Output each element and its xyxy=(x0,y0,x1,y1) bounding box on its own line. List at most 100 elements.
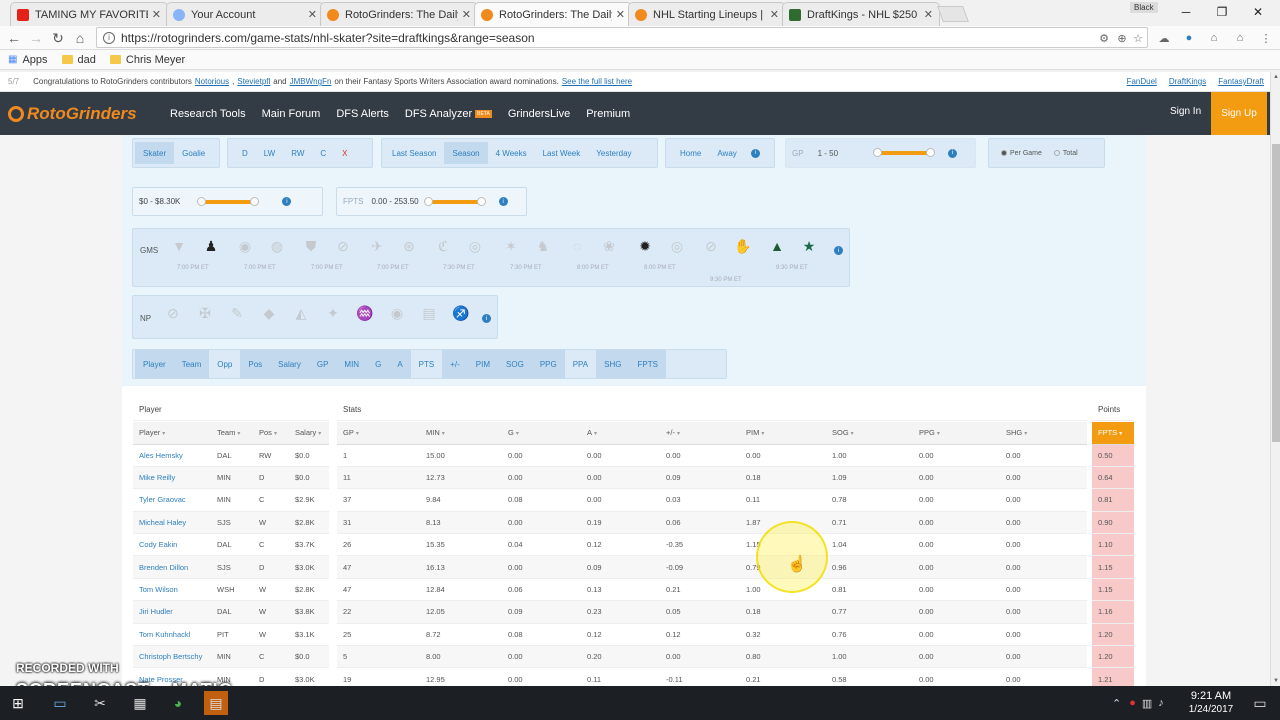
nav-dfs-analyzer[interactable]: DFS Analyzer BETA xyxy=(405,108,492,120)
extension-icon[interactable]: ⚙ xyxy=(1096,30,1112,46)
info-icon[interactable]: i xyxy=(103,31,115,44)
calculator-icon[interactable]: ▦ xyxy=(128,691,152,715)
slider-handle-max[interactable] xyxy=(926,148,936,157)
sign-up-button[interactable]: Sign Up xyxy=(1211,92,1267,135)
taskbar-clock[interactable]: 9:21 AM 1/24/2017 xyxy=(1180,689,1242,717)
col-toggle-team[interactable]: Team xyxy=(173,350,210,378)
app-icon[interactable]: ▤ xyxy=(204,691,228,715)
see-full-list-link[interactable]: See the full list here xyxy=(562,77,632,86)
extension-icon-3[interactable]: ⌂ xyxy=(1232,30,1248,46)
team-logo-icon[interactable]: ◉ xyxy=(231,235,259,257)
col-toggle-ppg[interactable]: PPG xyxy=(531,350,565,378)
chrome-icon[interactable]: ◕ xyxy=(166,691,190,715)
player-name-link[interactable]: Tom Wilson xyxy=(133,578,211,602)
draftkings-link[interactable]: DraftKings xyxy=(1169,77,1206,86)
wild-logo-icon[interactable]: ▲ xyxy=(763,235,791,257)
browser-tab-1[interactable]: TAMING MY FAVORITE P ✕ xyxy=(10,2,168,26)
back-icon[interactable]: ← xyxy=(4,28,24,48)
close-icon[interactable]: ✕ xyxy=(924,8,933,21)
range-last-week[interactable]: Last Week xyxy=(535,142,589,164)
nav-dfs-alerts[interactable]: DFS Alerts xyxy=(336,108,389,120)
team-logo-icon[interactable]: ⊛ xyxy=(395,235,423,257)
scroll-up-icon[interactable]: ▲ xyxy=(1271,72,1280,82)
col-header-player[interactable]: Player ▾ xyxy=(133,422,211,445)
close-window-icon[interactable]: ✕ xyxy=(1240,0,1276,24)
filter-pos-d[interactable]: D xyxy=(234,142,256,164)
team-logo-icon[interactable]: ✠ xyxy=(191,302,219,324)
slider-handle-min[interactable] xyxy=(197,196,207,206)
col-header-min[interactable]: MIN ▾ xyxy=(420,422,502,445)
scrollbar-thumb[interactable] xyxy=(1272,144,1280,442)
info-icon[interactable]: i xyxy=(498,197,508,206)
info-icon[interactable]: i xyxy=(482,314,491,323)
browser-tab-5[interactable]: NHL Starting Lineups | D ✕ xyxy=(628,2,786,26)
antivirus-icon[interactable]: ● xyxy=(1129,697,1136,709)
filter-away[interactable]: Away xyxy=(709,142,744,164)
filter-pos-rw[interactable]: RW xyxy=(283,142,312,164)
scroll-down-icon[interactable]: ▼ xyxy=(1271,676,1280,686)
team-logo-icon[interactable]: ✶ xyxy=(497,235,525,257)
player-name-link[interactable]: Christoph Bertschy xyxy=(133,645,211,669)
slider-handle-max[interactable] xyxy=(250,196,260,206)
info-icon[interactable]: i xyxy=(282,197,292,206)
filter-goalie[interactable]: Goalie xyxy=(174,142,213,164)
chevron-up-icon[interactable]: ⌃ xyxy=(1112,697,1121,710)
range-last-season[interactable]: Last Season xyxy=(384,142,444,164)
minimize-icon[interactable]: ─ xyxy=(1168,0,1204,24)
player-name-link[interactable]: Tom Kuhnhackl xyxy=(133,623,211,647)
maximize-icon[interactable]: ❐ xyxy=(1204,0,1240,24)
team-logo-icon[interactable]: ◆ xyxy=(255,302,283,324)
filter-clear-x[interactable]: X xyxy=(334,142,355,164)
team-logo-icon[interactable]: ⊘ xyxy=(159,302,187,324)
col-toggle-fpts[interactable]: FPTS xyxy=(629,350,666,378)
info-icon[interactable]: i xyxy=(750,148,760,158)
sign-in-link[interactable]: Sign In xyxy=(1170,106,1201,117)
gp-slider[interactable] xyxy=(873,148,936,157)
slider-handle-max[interactable] xyxy=(476,196,486,206)
player-name-link[interactable]: Jiri Hudler xyxy=(133,600,211,624)
home-icon[interactable]: ⌂ xyxy=(70,28,90,48)
col-toggle-plus-minus[interactable]: +/- xyxy=(442,350,468,378)
range-4-weeks[interactable]: 4 Weeks xyxy=(488,142,535,164)
filter-pos-lw[interactable]: LW xyxy=(256,142,283,164)
team-logo-icon[interactable]: ❀ xyxy=(595,235,623,257)
close-icon[interactable]: ✕ xyxy=(152,8,161,21)
slider-handle-min[interactable] xyxy=(423,196,433,206)
col-header-g[interactable]: G ▾ xyxy=(502,422,581,445)
team-logo-icon[interactable]: ▤ xyxy=(415,302,443,324)
forward-icon[interactable]: → xyxy=(26,28,46,48)
player-name-link[interactable]: Brenden Dillon xyxy=(133,555,211,579)
cloud-icon[interactable]: ☁ xyxy=(1156,30,1172,46)
col-toggle-sog[interactable]: SOG xyxy=(498,350,532,378)
windows-start-icon[interactable]: ⊞ xyxy=(6,691,30,715)
close-icon[interactable]: ✕ xyxy=(616,8,625,21)
salary-slider[interactable] xyxy=(197,196,260,206)
team-logo-icon[interactable]: ◍ xyxy=(263,235,291,257)
volume-icon[interactable]: ♪ xyxy=(1158,697,1164,709)
team-logo-icon[interactable]: ◭ xyxy=(287,302,315,324)
network-icon[interactable]: ▥ xyxy=(1142,697,1152,710)
range-season[interactable]: Season xyxy=(444,142,488,164)
sharks-logo-icon[interactable]: ✹ xyxy=(631,235,659,257)
reload-icon[interactable]: ↻ xyxy=(48,28,68,48)
announcement-link-notorious[interactable]: Notorious xyxy=(195,77,229,86)
team-logo-icon[interactable]: ◉ xyxy=(383,302,411,324)
team-logo-icon[interactable]: ✦ xyxy=(319,302,347,324)
new-tab-button[interactable] xyxy=(937,6,969,22)
notification-icon[interactable]: ▭ xyxy=(1248,691,1272,715)
profile-chip[interactable]: Black xyxy=(1130,2,1158,13)
team-logo-icon[interactable]: ✎ xyxy=(223,302,251,324)
site-logo[interactable]: RotoGrinders xyxy=(8,102,150,126)
menu-icon[interactable]: ⋮ xyxy=(1258,30,1274,46)
player-name-link[interactable]: Mike Reilly xyxy=(133,466,211,490)
zoom-icon[interactable]: ⊕ xyxy=(1114,30,1130,46)
bookmark-apps[interactable]: ▦ Apps xyxy=(8,54,48,66)
filter-home[interactable]: Home xyxy=(672,142,709,164)
page-scrollbar[interactable]: ▲ ▼ xyxy=(1270,72,1280,686)
team-logo-icon[interactable]: ✋ xyxy=(729,235,757,257)
team-logo-icon[interactable]: ⊘ xyxy=(697,235,725,257)
browser-tab-6[interactable]: DraftKings - NHL $250 D ✕ xyxy=(782,2,940,26)
col-header-plus-minus[interactable]: +/- ▾ xyxy=(660,422,740,445)
penguins-logo-icon[interactable]: ♟ xyxy=(197,235,225,257)
team-logo-icon[interactable]: ⛊ xyxy=(297,235,325,257)
